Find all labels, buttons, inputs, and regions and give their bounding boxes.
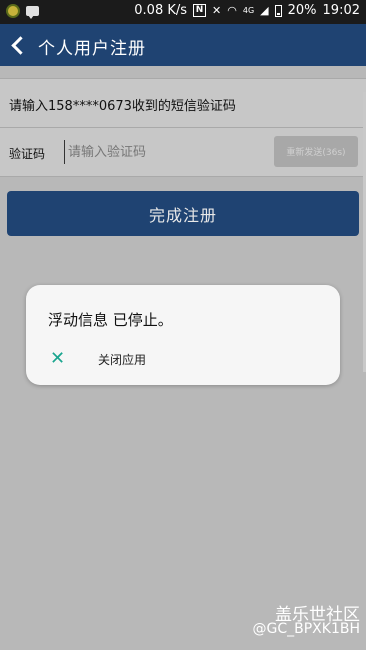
network-type: 4G — [242, 6, 255, 15]
title-bar: 个人用户注册 — [0, 24, 366, 66]
battery-icon — [274, 4, 282, 17]
watermark-user: @GC_BPXK1BH — [252, 621, 360, 637]
net-speed: 0.08 K/s — [134, 3, 188, 18]
status-right: 0.08 K/s N ✕ ◠ 4G ◢ 20% 19:02 — [134, 3, 360, 18]
page-title: 个人用户注册 — [38, 39, 146, 59]
sms-prompt-row: 请输入158****0673收到的短信验证码 — [0, 79, 366, 127]
verification-code-row: 验证码 重新发送(36s) — [0, 128, 366, 176]
close-app-label: 关闭应用 — [98, 353, 147, 367]
wifi-icon: ◠ — [227, 4, 237, 17]
verification-code-input[interactable] — [64, 140, 268, 164]
clock: 19:02 — [322, 3, 360, 18]
close-app-button[interactable]: ✕ 关闭应用 — [46, 347, 246, 375]
divider — [0, 176, 366, 177]
battery-level: 20% — [287, 3, 317, 18]
mute-icon: ✕ — [212, 4, 222, 17]
nfc-icon: N — [193, 4, 207, 17]
status-left — [6, 4, 39, 19]
back-arrow-icon[interactable] — [11, 36, 30, 55]
close-x-icon: ✕ — [50, 348, 66, 369]
app-stopped-dialog: 浮动信息 已停止。 ✕ 关闭应用 — [26, 285, 340, 385]
sms-prompt-text: 请输入158****0673收到的短信验证码 — [9, 99, 236, 114]
status-bar: 0.08 K/s N ✕ ◠ 4G ◢ 20% 19:02 — [0, 0, 366, 24]
dialog-message: 浮动信息 已停止。 — [48, 311, 173, 329]
signal-icon: ◢ — [260, 4, 269, 17]
message-notification-icon — [26, 6, 39, 19]
verification-code-label: 验证码 — [9, 147, 46, 161]
complete-registration-button[interactable]: 完成注册 — [7, 191, 359, 236]
app-notification-icon — [6, 4, 20, 18]
resend-code-button[interactable]: 重新发送(36s) — [274, 136, 358, 167]
